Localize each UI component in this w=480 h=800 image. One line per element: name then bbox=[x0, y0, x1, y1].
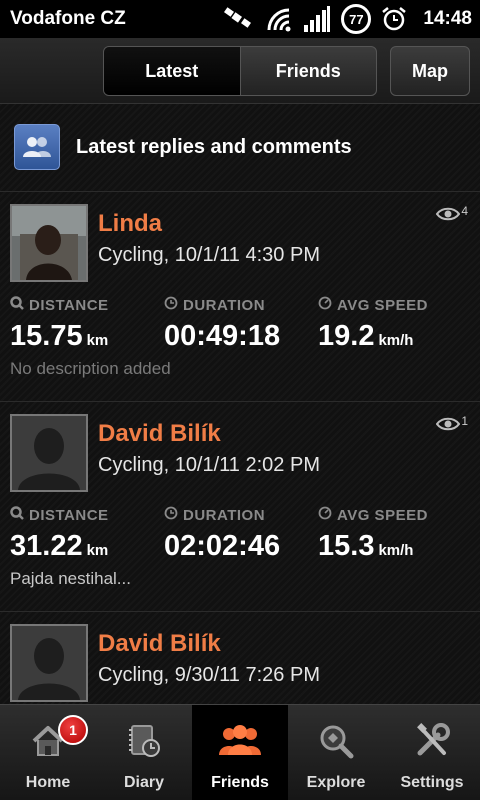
top-tab-bar: Latest Friends Map bbox=[0, 38, 480, 104]
distance-unit: km bbox=[86, 542, 109, 559]
section-header: Latest replies and comments bbox=[0, 104, 480, 190]
tab-friends[interactable]: Friends bbox=[239, 47, 377, 95]
speed-unit: km/h bbox=[378, 542, 414, 559]
distance-icon bbox=[10, 296, 24, 314]
distance-value: 15.75 bbox=[10, 320, 83, 352]
avatar[interactable] bbox=[10, 624, 88, 702]
activity-feed[interactable]: Latest replies and comments Linda Cyclin… bbox=[0, 104, 480, 704]
satellite-icon bbox=[221, 5, 255, 33]
distance-label: DISTANCE bbox=[29, 296, 109, 314]
distance-stat: DISTANCE 31.22 km bbox=[10, 506, 109, 563]
clock-icon bbox=[164, 296, 178, 314]
nav-diary-label: Diary bbox=[123, 774, 165, 791]
avg-speed-label: AVG SPEED bbox=[337, 506, 428, 524]
avg-speed-label: AVG SPEED bbox=[337, 296, 428, 314]
duration-label: DURATION bbox=[183, 296, 266, 314]
duration-label: DURATION bbox=[183, 506, 266, 524]
avg-speed-value: 19.2 bbox=[318, 320, 375, 352]
entry-activity: Cycling, 10/1/11 4:30 PM bbox=[98, 244, 320, 266]
notification-badge: 1 bbox=[58, 715, 88, 745]
avg-speed-stat: AVG SPEED 15.3 km/h bbox=[318, 506, 428, 563]
carrier-name: Vodafone CZ bbox=[10, 8, 126, 29]
battery-icon: 77 bbox=[341, 4, 372, 34]
nav-friends[interactable]: Friends bbox=[192, 705, 288, 800]
signal-icon bbox=[303, 5, 331, 33]
distance-value: 31.22 bbox=[10, 530, 83, 562]
duration-stat: DURATION 00:49:18 bbox=[164, 296, 280, 353]
nav-home[interactable]: 1 Home bbox=[0, 705, 96, 800]
avatar[interactable] bbox=[10, 414, 88, 492]
clock-icon bbox=[164, 506, 178, 524]
nav-diary[interactable]: Diary bbox=[96, 705, 192, 800]
entry-activity: Cycling, 10/1/11 2:02 PM bbox=[98, 454, 320, 476]
duration-value: 00:49:18 bbox=[164, 320, 281, 352]
avg-speed-stat: AVG SPEED 19.2 km/h bbox=[318, 296, 428, 353]
wifi-icon bbox=[265, 6, 293, 32]
avatar[interactable] bbox=[10, 204, 88, 282]
feed-entry[interactable]: Linda Cycling, 10/1/11 4:30 PM 4 DISTANC… bbox=[0, 191, 480, 401]
entry-user-name[interactable]: David Bilík bbox=[98, 420, 221, 448]
speedometer-icon bbox=[318, 296, 332, 314]
settings-icon bbox=[409, 718, 455, 764]
entry-user-name[interactable]: David Bilík bbox=[98, 630, 221, 658]
views-indicator: 4 bbox=[436, 204, 468, 227]
duration-stat: DURATION 02:02:46 bbox=[164, 506, 280, 563]
distance-icon bbox=[10, 506, 24, 524]
distance-label: DISTANCE bbox=[29, 506, 109, 524]
diary-icon bbox=[121, 718, 167, 764]
nav-explore[interactable]: Explore bbox=[288, 705, 384, 800]
nav-settings-label: Settings bbox=[400, 774, 464, 791]
alarm-icon bbox=[381, 6, 407, 32]
distance-stat: DISTANCE 15.75 km bbox=[10, 296, 109, 353]
explore-icon bbox=[313, 718, 359, 764]
bottom-nav: 1 Home Diary Friends Explore Settings bbox=[0, 704, 480, 800]
friends-group-icon bbox=[14, 124, 60, 170]
entry-description: No description added bbox=[10, 359, 171, 378]
eye-icon bbox=[436, 416, 461, 437]
tab-latest[interactable]: Latest bbox=[104, 47, 240, 95]
views-indicator: 1 bbox=[436, 414, 468, 437]
view-segment-control: Latest Friends bbox=[103, 46, 377, 96]
nav-home-label: Home bbox=[25, 774, 71, 791]
entry-user-name[interactable]: Linda bbox=[98, 210, 162, 238]
nav-settings[interactable]: Settings bbox=[384, 705, 480, 800]
nav-explore-label: Explore bbox=[306, 774, 366, 791]
nav-friends-label: Friends bbox=[211, 774, 269, 791]
speedometer-icon bbox=[318, 506, 332, 524]
speed-unit: km/h bbox=[378, 332, 414, 349]
entry-description: Pajda nestihal... bbox=[10, 569, 131, 588]
eye-icon bbox=[436, 206, 461, 227]
clock: 14:48 bbox=[423, 8, 472, 29]
status-bar: Vodafone CZ 77 14:48 bbox=[0, 0, 480, 38]
map-button[interactable]: Map bbox=[390, 46, 470, 96]
entry-activity: Cycling, 9/30/11 7:26 PM bbox=[98, 664, 320, 686]
feed-entry[interactable]: David Bilík Cycling, 10/1/11 2:02 PM 1 D… bbox=[0, 401, 480, 611]
avg-speed-value: 15.3 bbox=[318, 530, 375, 562]
views-count: 1 bbox=[461, 414, 468, 428]
duration-value: 02:02:46 bbox=[164, 530, 281, 562]
feed-entry[interactable]: David Bilík Cycling, 9/30/11 7:26 PM bbox=[0, 611, 480, 704]
status-icons: 77 14:48 bbox=[221, 4, 472, 34]
section-title: Latest replies and comments bbox=[76, 135, 352, 158]
friends-icon bbox=[217, 718, 263, 764]
distance-unit: km bbox=[86, 332, 109, 349]
views-count: 4 bbox=[461, 204, 468, 218]
